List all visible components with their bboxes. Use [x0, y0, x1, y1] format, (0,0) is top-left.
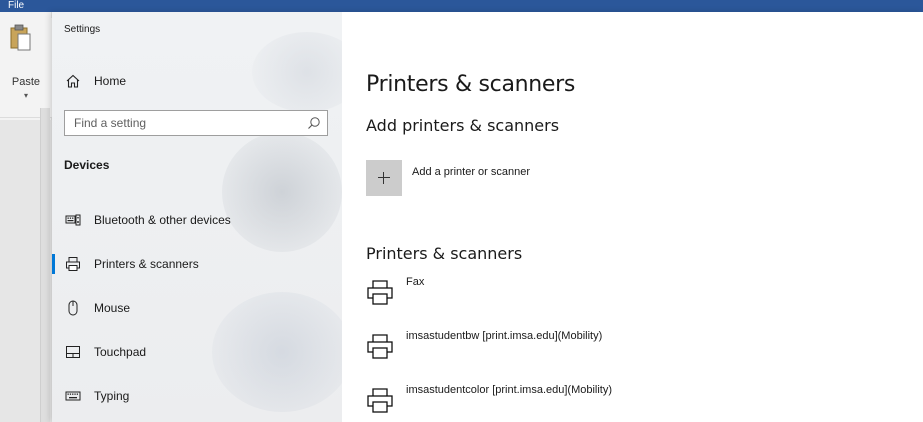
- nav-item-label: Typing: [94, 389, 130, 403]
- home-icon: [66, 74, 80, 88]
- printer-item-imsastudentcolor[interactable]: imsastudentcolor [print.imsa.edu](Mobili…: [366, 384, 923, 418]
- nav-item-typing[interactable]: Typing: [52, 378, 342, 414]
- keyboard-icon: [65, 391, 81, 401]
- file-tab[interactable]: File: [0, 0, 52, 12]
- nav-item-mouse[interactable]: Mouse: [52, 290, 342, 326]
- mouse-icon: [68, 300, 78, 316]
- clipboard-icon: [10, 24, 31, 51]
- nav-item-label: Printers & scanners: [94, 257, 199, 271]
- printer-icon: [367, 334, 393, 359]
- printer-item-imsastudentbw[interactable]: imsastudentbw [print.imsa.edu](Mobility): [366, 330, 923, 364]
- printer-name: imsastudentcolor [print.imsa.edu](Mobili…: [406, 384, 613, 396]
- nav-item-printers-scanners[interactable]: Printers & scanners: [52, 246, 342, 282]
- paste-label: Paste: [11, 76, 41, 88]
- selection-indicator: [52, 254, 55, 274]
- search-icon[interactable]: [307, 116, 321, 130]
- nav-item-label: Mouse: [94, 301, 131, 315]
- settings-sidebar: Settings Home Devices Bluetoo: [52, 12, 342, 422]
- touchpad-icon: [66, 346, 80, 358]
- plus-icon: [383, 172, 384, 184]
- plus-icon: [378, 177, 390, 178]
- search-box[interactable]: [64, 110, 328, 136]
- printers-list-title: Printers & scanners: [366, 244, 523, 263]
- search-input[interactable]: [65, 111, 301, 135]
- window-title: Settings: [64, 24, 101, 35]
- printer-icon: [66, 257, 80, 271]
- settings-window: Settings Home Devices Bluetoo: [52, 12, 923, 422]
- nav-item-touchpad[interactable]: Touchpad: [52, 334, 342, 370]
- printer-icon: [367, 388, 393, 413]
- settings-content: Printers & scanners Add printers & scann…: [342, 12, 923, 422]
- printer-name: Fax: [406, 276, 425, 288]
- add-section-title: Add printers & scanners: [366, 116, 560, 135]
- page-title: Printers & scanners: [366, 72, 576, 97]
- add-printer-label[interactable]: Add a printer or scanner: [412, 166, 530, 178]
- keyboard-device-icon: [65, 214, 81, 226]
- add-printer-button[interactable]: [366, 160, 402, 196]
- home-label: Home: [94, 74, 127, 88]
- printer-icon: [367, 280, 393, 305]
- printer-name: imsastudentbw [print.imsa.edu](Mobility): [406, 330, 603, 342]
- paste-button[interactable]: Paste ▾: [0, 18, 52, 118]
- word-ruler: [40, 108, 50, 422]
- printer-item-fax[interactable]: Fax: [366, 276, 923, 310]
- section-heading-devices: Devices: [64, 158, 110, 172]
- chevron-down-icon: ▾: [23, 91, 28, 100]
- nav-item-label: Touchpad: [94, 345, 147, 359]
- nav-item-label: Bluetooth & other devices: [94, 213, 231, 227]
- word-ribbon-bar: [0, 0, 923, 12]
- home-nav-item[interactable]: Home: [52, 64, 342, 98]
- nav-item-bluetooth[interactable]: Bluetooth & other devices: [52, 202, 342, 238]
